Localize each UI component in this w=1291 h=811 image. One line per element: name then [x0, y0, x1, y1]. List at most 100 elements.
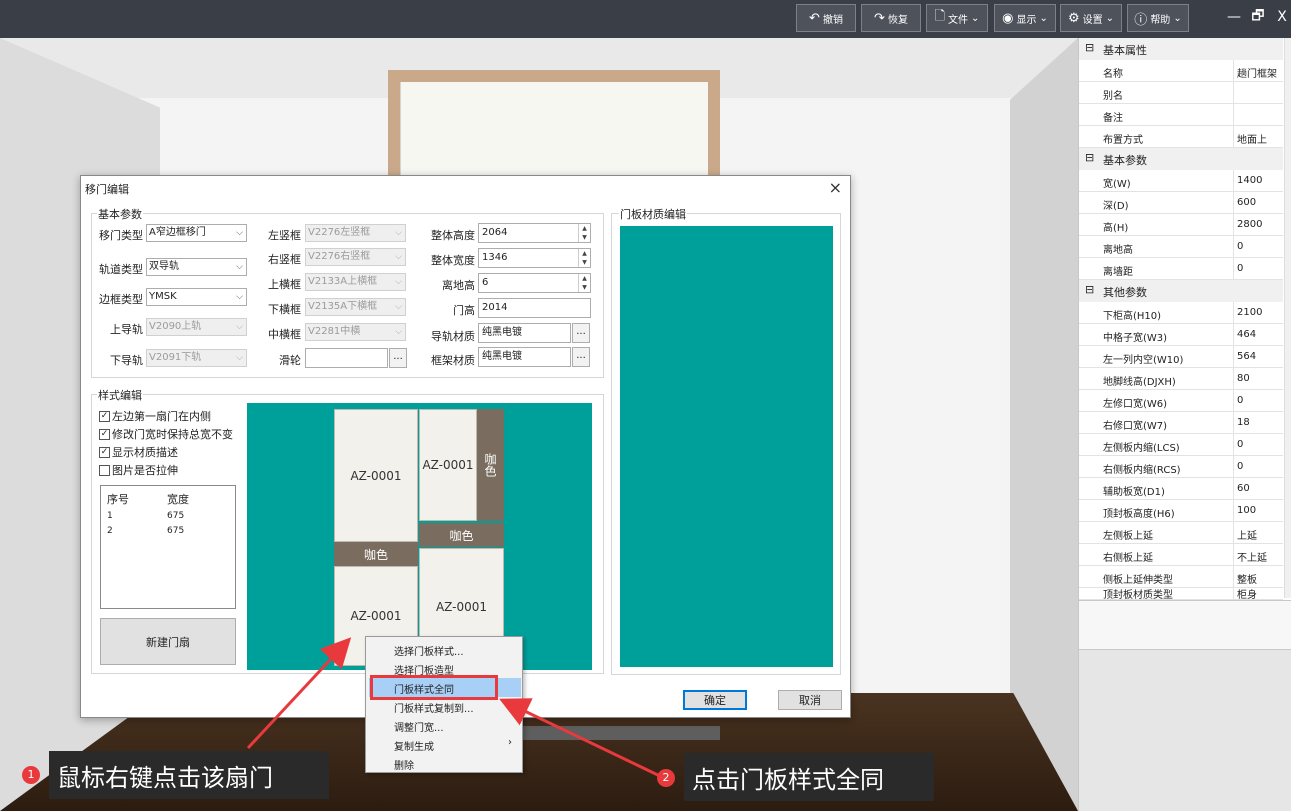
- floor-height-input[interactable]: 6 ▲ ▼: [478, 273, 591, 293]
- left-door-mid-panel[interactable]: 咖色: [334, 542, 418, 566]
- door-type-select[interactable]: A窄边框移门 ⌵: [146, 224, 247, 242]
- stretch-image-checkbox[interactable]: 图片是否拉伸: [99, 462, 178, 478]
- property-row[interactable]: 侧板上延伸类型 整板: [1079, 566, 1283, 588]
- right-door-mid-panel[interactable]: 咖色: [419, 523, 504, 547]
- property-scrollbar[interactable]: [1284, 38, 1291, 598]
- property-row[interactable]: 右修口宽(W7) 18: [1079, 412, 1283, 434]
- restore-button[interactable]: 🗗: [1246, 4, 1270, 30]
- redo-button[interactable]: ↷ 恢复: [861, 4, 921, 32]
- property-row[interactable]: 顶封板高度(H6) 100: [1079, 500, 1283, 522]
- total-height-input[interactable]: 2064 ▲ ▼: [478, 223, 591, 243]
- list-header-width: 宽度: [167, 493, 189, 506]
- property-row[interactable]: 名称 趟门框架: [1079, 60, 1283, 82]
- chevron-down-icon: ⌵: [395, 252, 402, 262]
- property-row[interactable]: 离墙距 0: [1079, 258, 1283, 280]
- property-row[interactable]: 左一列内空(W10) 564: [1079, 346, 1283, 368]
- redo-icon: ↷: [874, 10, 885, 26]
- list-item[interactable]: 675: [167, 511, 184, 521]
- chevron-right-icon: ›: [508, 737, 512, 748]
- lower-rail-label: 下导轨: [110, 354, 143, 367]
- left-door-top-panel[interactable]: AZ-0001: [334, 409, 418, 542]
- keep-total-width-checkbox[interactable]: ✓ 修改门宽时保持总宽不变: [99, 426, 233, 442]
- property-row[interactable]: 右侧板内缩(RCS) 0: [1079, 456, 1283, 478]
- list-item[interactable]: 1: [107, 511, 113, 521]
- property-row[interactable]: 左侧板上延 上延: [1079, 522, 1283, 544]
- property-row[interactable]: 高(H) 2800: [1079, 214, 1283, 236]
- right-door-side-panel[interactable]: 咖色: [477, 409, 504, 521]
- menu-item-copy-style-to[interactable]: 门板样式复制到...: [394, 700, 474, 715]
- rail-material-label: 导轨材质: [431, 330, 475, 343]
- collapse-icon[interactable]: ⊟: [1085, 283, 1094, 296]
- category-other-params[interactable]: ⊟ 其他参数: [1079, 280, 1283, 302]
- bottom-frame-select: V2135A下横框 ⌵: [305, 298, 406, 316]
- basic-params-title: 基本参数: [97, 206, 143, 222]
- close-window-button[interactable]: X: [1270, 4, 1291, 30]
- new-door-button[interactable]: 新建门扇: [100, 618, 236, 665]
- chevron-down-icon: ⌄: [1105, 12, 1115, 24]
- rail-material-browse-button[interactable]: ...: [572, 323, 590, 343]
- property-row[interactable]: 中格子宽(W3) 464: [1079, 324, 1283, 346]
- property-panel-footer: [1079, 650, 1291, 811]
- door-type-label: 移门类型: [99, 229, 143, 242]
- property-row[interactable]: 深(D) 600: [1079, 192, 1283, 214]
- property-row[interactable]: 地脚线高(DJXH) 80: [1079, 368, 1283, 390]
- pulley-input[interactable]: [305, 348, 388, 368]
- property-row[interactable]: 右侧板上延 不上延: [1079, 544, 1283, 566]
- pulley-browse-button[interactable]: ...: [389, 348, 407, 368]
- check-icon: ✓: [99, 446, 110, 458]
- property-row[interactable]: 左侧板内缩(LCS) 0: [1079, 434, 1283, 456]
- material-preview[interactable]: [620, 226, 833, 667]
- check-icon: ✓: [99, 410, 110, 422]
- menu-item-select-style[interactable]: 选择门板样式...: [394, 643, 464, 658]
- property-row[interactable]: 布置方式 地面上: [1079, 126, 1283, 148]
- right-door-top-panel[interactable]: AZ-0001: [419, 409, 477, 521]
- list-item[interactable]: 2: [107, 526, 113, 536]
- property-row[interactable]: 左修口宽(W6) 0: [1079, 390, 1283, 412]
- spinner-arrows-icon[interactable]: ▲ ▼: [578, 249, 590, 267]
- menu-item-copy-generate[interactable]: 复制生成: [394, 738, 434, 753]
- property-row[interactable]: 下柜高(H10) 2100: [1079, 302, 1283, 324]
- dialog-close-button[interactable]: ×: [829, 178, 842, 197]
- view-menu-button[interactable]: ◉ 显示 ⌄: [994, 4, 1056, 32]
- menu-item-delete[interactable]: 删除: [394, 757, 414, 772]
- menu-item-adjust-width[interactable]: 调整门宽...: [394, 719, 444, 734]
- inner-first-door-checkbox[interactable]: ✓ 左边第一扇门在内侧: [99, 408, 211, 424]
- property-row[interactable]: 宽(W) 1400: [1079, 170, 1283, 192]
- cancel-button[interactable]: 取消: [778, 690, 842, 710]
- settings-menu-button[interactable]: ⚙ 设置 ⌄: [1060, 4, 1122, 32]
- chevron-down-icon: ⌵: [236, 262, 243, 272]
- category-basic-attributes[interactable]: ⊟ 基本属性: [1079, 38, 1283, 60]
- property-row[interactable]: 备注: [1079, 104, 1283, 126]
- property-description-box: [1079, 600, 1291, 650]
- property-row[interactable]: 离地高 0: [1079, 236, 1283, 258]
- undo-button[interactable]: ↶ 撤销: [796, 4, 856, 32]
- frame-material-browse-button[interactable]: ...: [572, 347, 590, 367]
- door-height-input[interactable]: 2014: [478, 298, 591, 318]
- file-menu-button[interactable]: 🗋 文件 ⌄: [926, 4, 988, 32]
- chevron-down-icon: ⌵: [236, 292, 243, 302]
- minimize-button[interactable]: —: [1222, 4, 1246, 30]
- collapse-icon[interactable]: ⊟: [1085, 151, 1094, 164]
- door-height-label: 门高: [453, 304, 475, 317]
- property-row[interactable]: 别名: [1079, 82, 1283, 104]
- door-width-list[interactable]: 序号 宽度 1 675 2 675: [100, 485, 236, 609]
- ok-button[interactable]: 确定: [683, 690, 747, 710]
- chevron-down-icon: ⌵: [395, 327, 402, 337]
- collapse-icon[interactable]: ⊟: [1085, 41, 1094, 54]
- track-type-select[interactable]: 双导轨 ⌵: [146, 258, 247, 276]
- frame-material-input[interactable]: 纯黑电镀: [478, 347, 571, 367]
- help-icon: ⓘ: [1134, 12, 1148, 28]
- spinner-arrows-icon[interactable]: ▲ ▼: [578, 224, 590, 242]
- total-width-input[interactable]: 1346 ▲ ▼: [478, 248, 591, 268]
- category-basic-params[interactable]: ⊟ 基本参数: [1079, 148, 1283, 170]
- show-material-desc-checkbox[interactable]: ✓ 显示材质描述: [99, 444, 178, 460]
- help-menu-button[interactable]: ⓘ 帮助 ⌄: [1127, 4, 1189, 32]
- property-row[interactable]: 辅助板宽(D1) 60: [1079, 478, 1283, 500]
- mid-frame-select: V2281中横 ⌵: [305, 323, 406, 341]
- property-row[interactable]: 顶封板材质类型 柜身: [1079, 586, 1283, 600]
- list-item[interactable]: 675: [167, 526, 184, 536]
- check-icon: ✓: [99, 428, 110, 440]
- frame-type-select[interactable]: YMSK ⌵: [146, 288, 247, 306]
- spinner-arrows-icon[interactable]: ▲ ▼: [578, 274, 590, 292]
- rail-material-input[interactable]: 纯黑电镀: [478, 323, 571, 343]
